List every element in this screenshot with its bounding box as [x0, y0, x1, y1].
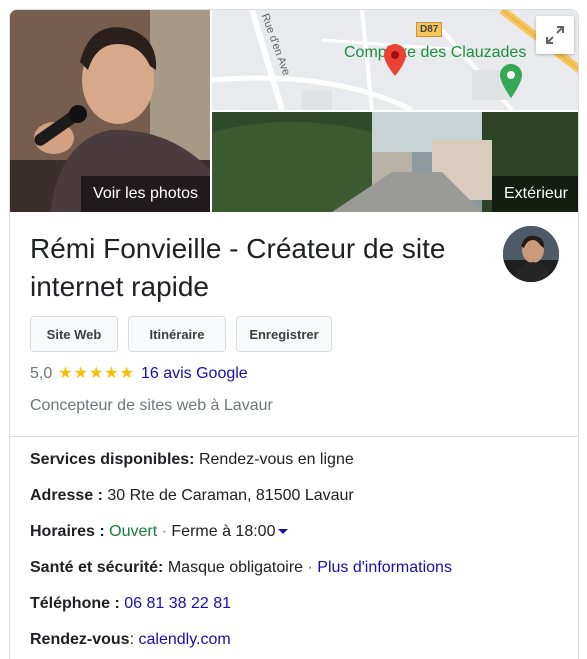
map-thumbnail[interactable]: D87 Rue d'en Ave Complexe des Clauzades [212, 10, 578, 110]
rating-row: 5,0 ★★★★★ 16 avis Google [30, 364, 248, 384]
phone-link[interactable]: 06 81 38 22 81 [124, 595, 231, 612]
hours-label: Horaires : [30, 523, 105, 540]
safety-value: Masque obligatoire [167, 559, 304, 576]
appointment-link[interactable]: calendly.com [138, 631, 230, 648]
business-category: Concepteur de sites web à Lavaur [30, 397, 273, 414]
avatar[interactable] [503, 226, 559, 282]
safety-separator: · [307, 559, 313, 576]
closing-time: Ferme à 18:00 [171, 523, 276, 540]
appointment-row: Rendez-vous: calendly.com [30, 630, 231, 650]
safety-label: Santé et sécurité: [30, 559, 164, 576]
address-row: Adresse : 30 Rte de Caraman, 81500 Lavau… [30, 486, 354, 506]
action-buttons: Site Web Itinéraire Enregistrer [30, 316, 332, 352]
hours-row: Horaires : Ouvert · Ferme à 18:00 [30, 522, 289, 542]
business-name: Rémi Fonvieille - Créateur de site inter… [30, 233, 446, 302]
main-photo[interactable]: Voir les photos [10, 10, 210, 212]
website-button[interactable]: Site Web [30, 316, 118, 352]
knowledge-panel: Voir les photos D87 Rue d'en Ave Complex… [9, 9, 579, 659]
rating-value: 5,0 [30, 365, 53, 382]
more-info-link[interactable]: Plus d'informations [317, 559, 452, 576]
star-rating-icon: ★★★★★ [58, 365, 135, 382]
address-label: Adresse : [30, 487, 103, 504]
hours-status: Ouvert [109, 523, 158, 540]
expand-map-button[interactable] [536, 16, 574, 54]
phone-label: Téléphone : [30, 595, 120, 612]
services-label: Services disponibles: [30, 451, 195, 468]
address-value: 30 Rte de Caraman, 81500 Lavaur [107, 487, 354, 504]
services-value: Rendez-vous en ligne [198, 451, 354, 468]
services-row: Services disponibles: Rendez-vous en lig… [30, 450, 354, 470]
appointment-colon: : [129, 631, 135, 648]
road-label: D87 [416, 22, 443, 37]
chevron-down-icon [278, 529, 289, 535]
view-photos-label[interactable]: Voir les photos [81, 176, 210, 212]
reviews-link[interactable]: 16 avis Google [141, 364, 248, 384]
place-pin-icon [500, 64, 522, 98]
place-name-label: Complexe des Clauzades [344, 44, 527, 61]
hours-dropdown[interactable]: Ferme à 18:00 [171, 523, 289, 540]
divider [10, 436, 578, 437]
hours-separator: · [161, 523, 167, 540]
safety-row: Santé et sécurité: Masque obligatoire · … [30, 558, 452, 578]
phone-row: Téléphone : 06 81 38 22 81 [30, 594, 231, 614]
save-button[interactable]: Enregistrer [236, 316, 332, 352]
exterior-label[interactable]: Extérieur [491, 176, 578, 212]
profile-photo-illustration [503, 226, 559, 282]
directions-button[interactable]: Itinéraire [128, 316, 226, 352]
location-pin-icon [384, 44, 406, 76]
street-view-photo[interactable]: Extérieur [212, 112, 578, 212]
expand-icon [546, 26, 564, 44]
appointment-label: Rendez-vous [30, 631, 130, 648]
